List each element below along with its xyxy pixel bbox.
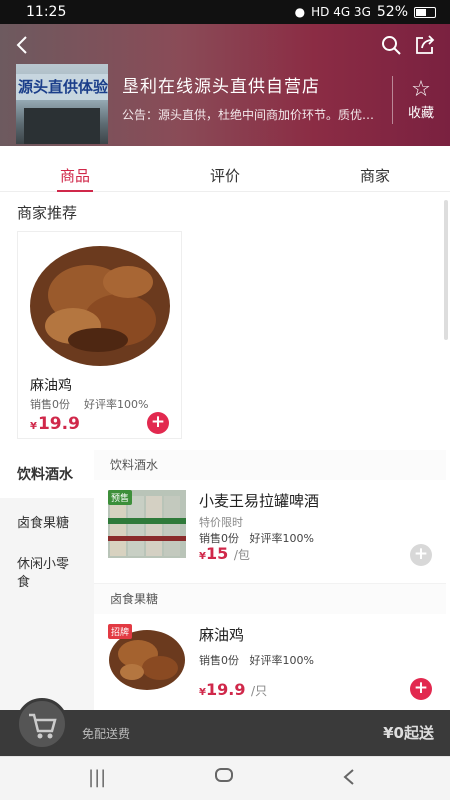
checkout-button[interactable]: ¥0起送 [383,722,434,743]
section-header: 饮料酒水 [94,450,446,480]
category-drinks[interactable]: 饮料酒水 [0,450,94,498]
product-rating: 好评率100% [249,654,314,667]
status-battery: 52% [376,4,408,20]
back-arrow-icon[interactable] [12,34,34,56]
product-price-value: 15 [205,544,229,563]
shipping-info: 免配送费 [82,727,131,741]
product-tag: 招牌 [108,624,133,639]
category-snacks[interactable]: 休闲小零食 [0,546,94,608]
battery-icon [414,6,436,18]
shop-header: 源头直供体验 垦利在线源头直供自营店 公告：源头直供，杜绝中间商加价环节。质优价… [0,24,450,146]
product-price-value: 19.9 [205,680,246,699]
product-list: 饮料酒水 预售 小麦王易拉罐啤酒 特价限时 销售0份 好评率100% ¥15 /… [94,450,446,710]
header-divider [392,76,393,124]
product-price: ¥19.9 /只 [199,680,267,699]
shop-title: 垦利在线源头直供自营店 [122,77,320,97]
recommend-sales: 销售0份 [30,398,70,411]
tab-bar: 商品 评价 商家 [0,146,450,192]
product-unit: /包 [233,548,250,562]
status-indicators: ● HD 4G 3G 52% [295,4,436,20]
favorite-label: 收藏 [407,106,434,121]
search-icon[interactable] [380,34,402,56]
shop-sign: 源头直供体验 [16,74,108,100]
product-price: ¥15 /包 [199,544,250,563]
product-subtitle: 特价限时 [199,516,243,529]
recommend-meta: 销售0份 好评率100% [30,396,148,412]
add-to-cart-button[interactable]: + [410,678,432,700]
currency-symbol: ¥ [30,421,37,432]
scroll-indicator [444,200,448,340]
recommend-card[interactable]: 麻油鸡 销售0份 好评率100% ¥19.9 + [17,231,182,439]
back-nav-icon[interactable] [342,767,356,792]
tab-merchant[interactable]: 商家 [300,146,450,192]
cart-icon[interactable] [16,698,68,750]
shop-photo: 源头直供体验 [16,64,108,144]
shop-notice: 公告：源头直供，杜绝中间商加价环节。质优价廉 [122,108,378,122]
product-rating: 好评率100% [249,532,314,545]
tab-products[interactable]: 商品 [0,146,150,192]
product-sales: 销售0份 [199,654,239,667]
product-item[interactable]: 招牌 麻油鸡 销售0份 好评率100% ¥19.9 /只 + [94,614,446,718]
recommend-name: 麻油鸡 [30,378,72,394]
currency-symbol: ¥ [199,551,206,562]
currency-symbol: ¥ [199,687,206,698]
system-nav-bar: ||| [0,756,450,800]
product-item[interactable]: 预售 小麦王易拉罐啤酒 特价限时 销售0份 好评率100% ¥15 /包 + [94,480,446,584]
product-tag: 预售 [108,490,133,505]
shop-door [24,108,100,144]
category-sidebar: 饮料酒水 卤食果糖 休闲小零食 [0,450,94,710]
tab-reviews[interactable]: 评价 [150,146,300,192]
cart-bar: 免配送费 ¥0起送 [0,698,450,756]
recents-icon[interactable]: ||| [88,767,106,788]
home-icon[interactable] [214,765,234,790]
recommend-title: 商家推荐 [17,204,78,222]
share-icon[interactable] [414,34,436,56]
location-icon: ● [294,5,306,19]
recommend-rating: 好评率100% [84,398,149,411]
favorite-button[interactable]: ☆ 收藏 [400,77,442,122]
status-time: 11:25 [26,4,67,20]
recommend-price-value: 19.9 [37,414,80,434]
star-icon: ☆ [411,77,431,102]
add-to-cart-button[interactable]: + [410,544,432,566]
add-to-cart-button[interactable]: + [147,412,169,434]
status-signal: HD 4G 3G [311,5,371,19]
status-bar: 11:25 ● HD 4G 3G 52% [0,0,450,24]
product-unit: /只 [251,684,268,698]
section-header: 卤食果糖 [94,584,446,614]
product-name: 小麦王易拉罐啤酒 [199,492,320,510]
product-meta: 销售0份 好评率100% [199,652,314,668]
product-image [28,240,171,368]
category-braised[interactable]: 卤食果糖 [0,498,94,546]
product-name: 麻油鸡 [199,626,245,644]
recommend-price: ¥19.9 [30,414,80,434]
